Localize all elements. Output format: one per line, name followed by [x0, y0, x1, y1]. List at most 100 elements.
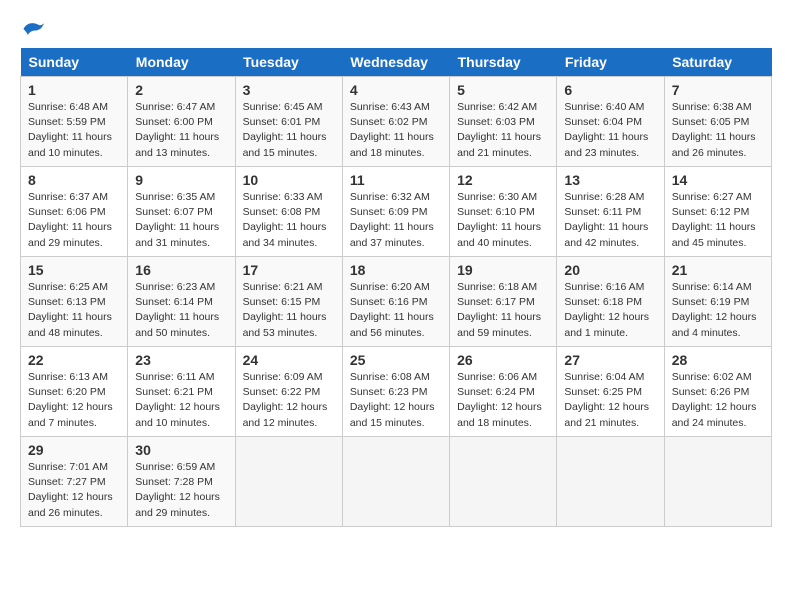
day-info: Sunrise: 6:45 AMSunset: 6:01 PMDaylight:… — [243, 100, 335, 161]
day-info: Sunrise: 6:59 AMSunset: 7:28 PMDaylight:… — [135, 460, 227, 521]
day-info: Sunrise: 6:40 AMSunset: 6:04 PMDaylight:… — [564, 100, 656, 161]
week-row: 29 Sunrise: 7:01 AMSunset: 7:27 PMDayligh… — [21, 437, 772, 527]
day-number: 5 — [457, 82, 549, 98]
calendar-cell — [342, 437, 449, 527]
day-info: Sunrise: 6:08 AMSunset: 6:23 PMDaylight:… — [350, 370, 442, 431]
day-number: 26 — [457, 352, 549, 368]
calendar-cell: 5 Sunrise: 6:42 AMSunset: 6:03 PMDaylight… — [450, 77, 557, 167]
day-number: 16 — [135, 262, 227, 278]
day-number: 6 — [564, 82, 656, 98]
day-number: 29 — [28, 442, 120, 458]
day-of-week-header: Sunday — [21, 48, 128, 77]
week-row: 1 Sunrise: 6:48 AMSunset: 5:59 PMDaylight… — [21, 77, 772, 167]
day-number: 17 — [243, 262, 335, 278]
day-info: Sunrise: 6:14 AMSunset: 6:19 PMDaylight:… — [672, 280, 764, 341]
calendar-cell: 24 Sunrise: 6:09 AMSunset: 6:22 PMDayligh… — [235, 347, 342, 437]
calendar-cell: 2 Sunrise: 6:47 AMSunset: 6:00 PMDaylight… — [128, 77, 235, 167]
day-info: Sunrise: 6:11 AMSunset: 6:21 PMDaylight:… — [135, 370, 227, 431]
day-info: Sunrise: 6:38 AMSunset: 6:05 PMDaylight:… — [672, 100, 764, 161]
calendar-cell: 27Sunrise: 6:04 AMSunset: 6:25 PMDayligh… — [557, 347, 664, 437]
calendar-cell: 6 Sunrise: 6:40 AMSunset: 6:04 PMDaylight… — [557, 77, 664, 167]
day-info: Sunrise: 6:37 AMSunset: 6:06 PMDaylight:… — [28, 190, 120, 251]
calendar-cell: 25 Sunrise: 6:08 AMSunset: 6:23 PMDayligh… — [342, 347, 449, 437]
calendar-cell: 1 Sunrise: 6:48 AMSunset: 5:59 PMDaylight… — [21, 77, 128, 167]
day-info: Sunrise: 6:23 AMSunset: 6:14 PMDaylight:… — [135, 280, 227, 341]
day-number: 28 — [672, 352, 764, 368]
day-number: 19 — [457, 262, 549, 278]
day-info: Sunrise: 6:30 AMSunset: 6:10 PMDaylight:… — [457, 190, 549, 251]
day-number: 11 — [350, 172, 442, 188]
calendar-cell: 28 Sunrise: 6:02 AMSunset: 6:26 PMDayligh… — [664, 347, 771, 437]
logo — [20, 20, 44, 38]
calendar-cell: 3 Sunrise: 6:45 AMSunset: 6:01 PMDaylight… — [235, 77, 342, 167]
week-row: 15 Sunrise: 6:25 AMSunset: 6:13 PMDayligh… — [21, 257, 772, 347]
calendar-cell: 21Sunrise: 6:14 AMSunset: 6:19 PMDayligh… — [664, 257, 771, 347]
day-number: 14 — [672, 172, 764, 188]
calendar-cell: 4 Sunrise: 6:43 AMSunset: 6:02 PMDaylight… — [342, 77, 449, 167]
calendar-cell: 20 Sunrise: 6:16 AMSunset: 6:18 PMDayligh… — [557, 257, 664, 347]
day-of-week-header: Thursday — [450, 48, 557, 77]
calendar-cell: 30 Sunrise: 6:59 AMSunset: 7:28 PMDayligh… — [128, 437, 235, 527]
calendar-cell: 29 Sunrise: 7:01 AMSunset: 7:27 PMDayligh… — [21, 437, 128, 527]
calendar-cell: 17 Sunrise: 6:21 AMSunset: 6:15 PMDayligh… — [235, 257, 342, 347]
day-number: 1 — [28, 82, 120, 98]
day-info: Sunrise: 6:16 AMSunset: 6:18 PMDaylight:… — [564, 280, 656, 341]
calendar-cell — [557, 437, 664, 527]
day-info: Sunrise: 6:18 AMSunset: 6:17 PMDaylight:… — [457, 280, 549, 341]
calendar-cell: 26Sunrise: 6:06 AMSunset: 6:24 PMDayligh… — [450, 347, 557, 437]
day-info: Sunrise: 6:43 AMSunset: 6:02 PMDaylight:… — [350, 100, 442, 161]
week-row: 8 Sunrise: 6:37 AMSunset: 6:06 PMDaylight… — [21, 167, 772, 257]
day-info: Sunrise: 6:25 AMSunset: 6:13 PMDaylight:… — [28, 280, 120, 341]
calendar-cell: 15 Sunrise: 6:25 AMSunset: 6:13 PMDayligh… — [21, 257, 128, 347]
day-info: Sunrise: 6:42 AMSunset: 6:03 PMDaylight:… — [457, 100, 549, 161]
day-info: Sunrise: 6:27 AMSunset: 6:12 PMDaylight:… — [672, 190, 764, 251]
calendar-cell — [664, 437, 771, 527]
day-info: Sunrise: 6:48 AMSunset: 5:59 PMDaylight:… — [28, 100, 120, 161]
calendar-cell: 12 Sunrise: 6:30 AMSunset: 6:10 PMDayligh… — [450, 167, 557, 257]
calendar-table: SundayMondayTuesdayWednesdayThursdayFrid… — [20, 48, 772, 527]
calendar-cell: 7 Sunrise: 6:38 AMSunset: 6:05 PMDaylight… — [664, 77, 771, 167]
day-number: 7 — [672, 82, 764, 98]
day-info: Sunrise: 6:20 AMSunset: 6:16 PMDaylight:… — [350, 280, 442, 341]
day-number: 8 — [28, 172, 120, 188]
day-info: Sunrise: 6:02 AMSunset: 6:26 PMDaylight:… — [672, 370, 764, 431]
day-number: 18 — [350, 262, 442, 278]
day-of-week-header: Friday — [557, 48, 664, 77]
day-number: 24 — [243, 352, 335, 368]
calendar-cell: 19 Sunrise: 6:18 AMSunset: 6:17 PMDayligh… — [450, 257, 557, 347]
day-of-week-header: Wednesday — [342, 48, 449, 77]
day-number: 9 — [135, 172, 227, 188]
day-number: 15 — [28, 262, 120, 278]
day-number: 20 — [564, 262, 656, 278]
day-info: Sunrise: 6:47 AMSunset: 6:00 PMDaylight:… — [135, 100, 227, 161]
day-number: 22 — [28, 352, 120, 368]
calendar-cell: 18 Sunrise: 6:20 AMSunset: 6:16 PMDayligh… — [342, 257, 449, 347]
calendar-cell — [450, 437, 557, 527]
day-info: Sunrise: 6:13 AMSunset: 6:20 PMDaylight:… — [28, 370, 120, 431]
day-info: Sunrise: 6:09 AMSunset: 6:22 PMDaylight:… — [243, 370, 335, 431]
calendar-cell: 23 Sunrise: 6:11 AMSunset: 6:21 PMDayligh… — [128, 347, 235, 437]
calendar-cell: 8 Sunrise: 6:37 AMSunset: 6:06 PMDaylight… — [21, 167, 128, 257]
day-number: 3 — [243, 82, 335, 98]
day-number: 23 — [135, 352, 227, 368]
day-number: 13 — [564, 172, 656, 188]
day-number: 30 — [135, 442, 227, 458]
day-number: 10 — [243, 172, 335, 188]
calendar-cell: 16 Sunrise: 6:23 AMSunset: 6:14 PMDayligh… — [128, 257, 235, 347]
days-header-row: SundayMondayTuesdayWednesdayThursdayFrid… — [21, 48, 772, 77]
day-number: 25 — [350, 352, 442, 368]
calendar-cell: 10 Sunrise: 6:33 AMSunset: 6:08 PMDayligh… — [235, 167, 342, 257]
day-number: 4 — [350, 82, 442, 98]
day-info: Sunrise: 6:21 AMSunset: 6:15 PMDaylight:… — [243, 280, 335, 341]
day-of-week-header: Tuesday — [235, 48, 342, 77]
day-info: Sunrise: 7:01 AMSunset: 7:27 PMDaylight:… — [28, 460, 120, 521]
day-of-week-header: Monday — [128, 48, 235, 77]
logo-bird-icon — [22, 20, 44, 38]
day-number: 2 — [135, 82, 227, 98]
week-row: 22 Sunrise: 6:13 AMSunset: 6:20 PMDayligh… — [21, 347, 772, 437]
day-info: Sunrise: 6:33 AMSunset: 6:08 PMDaylight:… — [243, 190, 335, 251]
calendar-cell — [235, 437, 342, 527]
day-of-week-header: Saturday — [664, 48, 771, 77]
day-number: 12 — [457, 172, 549, 188]
calendar-cell: 22 Sunrise: 6:13 AMSunset: 6:20 PMDayligh… — [21, 347, 128, 437]
